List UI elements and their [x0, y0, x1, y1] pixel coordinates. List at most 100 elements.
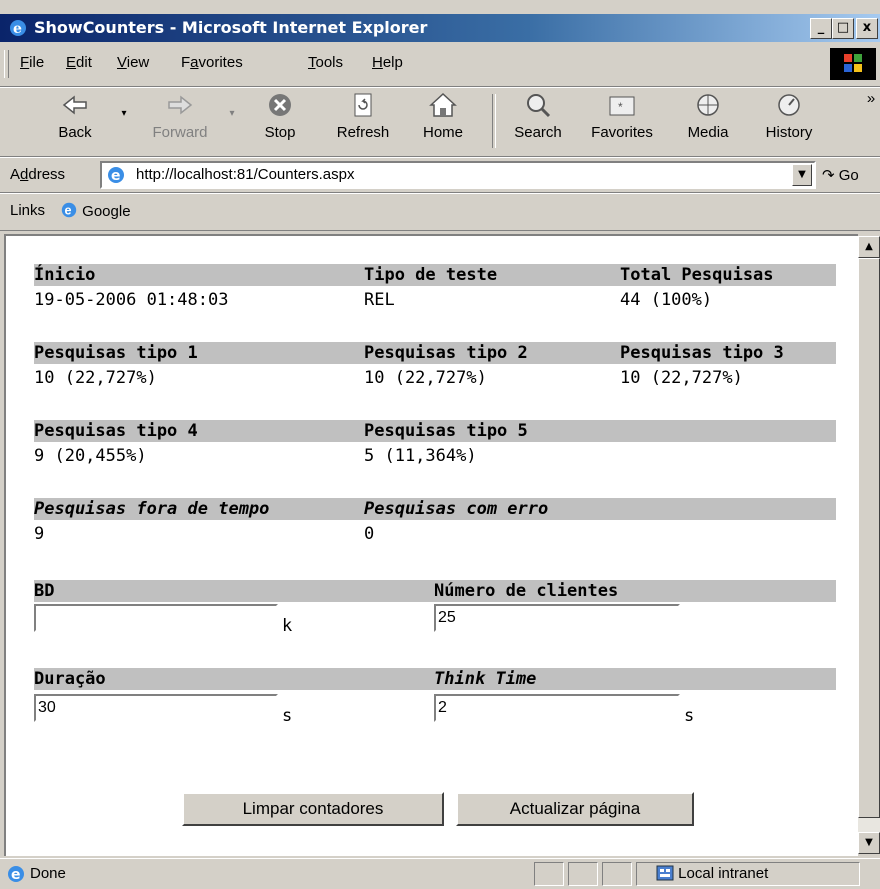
page-content: Ínicio Tipo de teste Total Pesquisas 19-… [4, 234, 858, 856]
limpar-contadores-button[interactable]: Limpar contadores [182, 792, 444, 826]
browser-window: e ShowCounters - Microsoft Internet Expl… [0, 0, 880, 888]
scroll-down-icon[interactable]: ▼ [858, 832, 880, 854]
links-bar: Links e Google [0, 193, 880, 231]
inicio-label: Ínicio [34, 264, 364, 286]
stop-button[interactable]: Stop [255, 92, 305, 141]
google-link[interactable]: e Google [60, 201, 131, 220]
menu-help[interactable]: Help [372, 54, 403, 71]
forward-dropdown-icon[interactable]: ▾ [226, 108, 238, 119]
refresh-icon [354, 93, 372, 117]
total-pesquisas-label: Total Pesquisas [620, 264, 836, 286]
ie-link-icon: e [61, 202, 77, 218]
favorites-button[interactable]: * Favorites [582, 92, 662, 141]
forward-arrow-icon [168, 95, 193, 115]
think-time-unit: s [684, 706, 695, 726]
pesquisas-com-erro-value: 0 [364, 524, 375, 544]
close-button[interactable]: x [856, 18, 878, 39]
pesquisas-tipo3-label: Pesquisas tipo 3 [620, 342, 836, 364]
ie-logo-icon: e [10, 20, 26, 37]
forward-button[interactable]: Forward [140, 92, 220, 141]
numero-clientes-label: Número de clientes [434, 580, 836, 602]
tipo-teste-value: REL [364, 290, 395, 310]
search-icon [527, 94, 551, 118]
pesquisas-tipo5-label: Pesquisas tipo 5 [364, 420, 836, 442]
media-button[interactable]: Media [680, 92, 736, 141]
menu-file[interactable]: File [20, 54, 44, 71]
think-time-label: Think Time [434, 668, 836, 690]
minimize-button[interactable]: _ [810, 18, 832, 39]
zone-indicator: Local intranet [656, 865, 768, 882]
media-icon [697, 94, 719, 116]
address-input[interactable]: e http://localhost:81/Counters.aspx ▼ [100, 161, 816, 189]
pesquisas-tipo2-value: 10 (22,727%) [364, 368, 487, 388]
pesquisas-tipo4-value: 9 (20,455%) [34, 446, 147, 466]
svg-text:e: e [111, 168, 121, 184]
window-title: ShowCounters - Microsoft Internet Explor… [34, 18, 428, 37]
numero-clientes-input[interactable]: 25 [434, 604, 680, 632]
bd-label: BD [34, 580, 434, 602]
address-url: http://localhost:81/Counters.aspx [136, 166, 355, 183]
history-button[interactable]: History [758, 92, 820, 141]
menu-bar: File Edit View Favorites Tools Help [0, 44, 880, 87]
back-arrow-icon [62, 95, 87, 115]
status-cell [602, 862, 632, 886]
svg-text:e: e [13, 21, 22, 37]
address-bar: Address e http://localhost:81/Counters.a… [0, 157, 880, 193]
ie-page-icon: e [108, 167, 124, 184]
total-pesquisas-value: 44 (100%) [620, 290, 713, 310]
menu-tools[interactable]: Tools [308, 54, 343, 71]
duracao-input[interactable]: 30 [34, 694, 278, 722]
pesquisas-tipo4-label: Pesquisas tipo 4 [34, 420, 364, 442]
menu-favorites[interactable]: Favorites [181, 54, 243, 71]
back-dropdown-icon[interactable]: ▾ [118, 108, 130, 119]
status-cell [534, 862, 564, 886]
menu-edit[interactable]: Edit [66, 54, 92, 71]
inicio-value: 19-05-2006 01:48:03 [34, 290, 229, 310]
vertical-scrollbar[interactable]: ▲ ▼ [858, 236, 880, 854]
status-bar: e Done Local intranet [0, 858, 880, 889]
go-button[interactable]: ↷ Go [822, 166, 859, 184]
home-icon [429, 92, 457, 117]
intranet-icon [656, 865, 674, 881]
back-button[interactable]: Back [50, 92, 100, 141]
pesquisas-tipo1-label: Pesquisas tipo 1 [34, 342, 364, 364]
search-button[interactable]: Search [508, 92, 568, 141]
windows-logo-icon [830, 48, 876, 80]
pesquisas-tipo5-value: 5 (11,364%) [364, 446, 477, 466]
menu-grip [4, 50, 9, 78]
address-dropdown-icon[interactable]: ▼ [792, 164, 812, 186]
stop-icon [269, 94, 291, 116]
favorites-icon: * [609, 96, 635, 116]
history-icon [778, 94, 800, 116]
toolbar-chevron-icon[interactable]: » [864, 90, 878, 107]
standard-toolbar: Back ▾ Forward ▾ Stop Refresh Home Searc… [0, 87, 880, 157]
maximize-button[interactable]: □ [832, 18, 854, 39]
scroll-thumb[interactable] [858, 258, 880, 818]
refresh-button[interactable]: Refresh [328, 92, 398, 141]
svg-text:e: e [65, 204, 72, 218]
status-cell [568, 862, 598, 886]
links-label: Links [10, 202, 46, 219]
menu-view[interactable]: View [117, 54, 149, 71]
svg-text:*: * [618, 100, 623, 114]
address-label: Address [10, 166, 66, 183]
home-button[interactable]: Home [418, 92, 468, 141]
bd-input[interactable] [34, 604, 278, 632]
duracao-unit: s [282, 706, 293, 726]
pesquisas-tipo2-label: Pesquisas tipo 2 [364, 342, 620, 364]
think-time-input[interactable]: 2 [434, 694, 680, 722]
title-bar: e ShowCounters - Microsoft Internet Expl… [0, 14, 880, 42]
tipo-teste-label: Tipo de teste [364, 264, 620, 286]
bd-unit: k [282, 616, 293, 636]
pesquisas-fora-tempo-label: Pesquisas fora de tempo [34, 498, 364, 520]
duracao-label: Duração [34, 668, 434, 690]
toolbar-separator [492, 94, 496, 148]
pesquisas-fora-tempo-value: 9 [34, 524, 45, 544]
go-arrow-icon: ↷ [822, 167, 835, 184]
actualizar-pagina-button[interactable]: Actualizar página [456, 792, 694, 826]
ie-status-icon: e [8, 866, 24, 883]
pesquisas-com-erro-label: Pesquisas com erro [364, 498, 836, 520]
pesquisas-tipo1-value: 10 (22,727%) [34, 368, 157, 388]
scroll-up-icon[interactable]: ▲ [858, 236, 880, 258]
status-text: Done [30, 865, 66, 882]
